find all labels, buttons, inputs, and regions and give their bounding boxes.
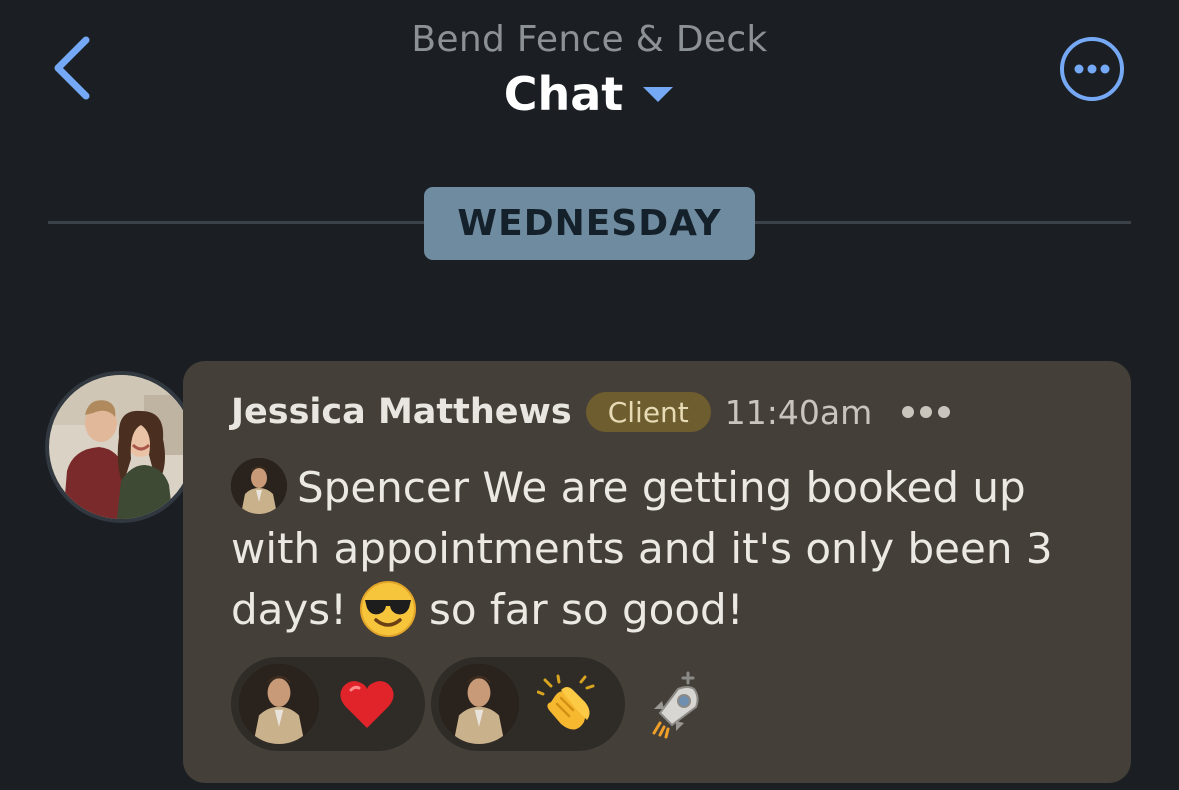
sender-photo: [49, 375, 193, 519]
reactions-row: [231, 657, 723, 751]
message-text: Spencer We are getting booked up with ap…: [231, 457, 1101, 640]
clapping-hands-icon: [537, 674, 597, 734]
more-dot-icon: [920, 406, 933, 418]
reactor-avatar: [439, 664, 519, 744]
mention-avatar: [231, 458, 287, 514]
message-meta: Jessica Matthews Client 11:40am: [231, 387, 951, 437]
message-time: 11:40am: [724, 392, 873, 432]
header-title: Chat: [503, 67, 624, 121]
message-more-button[interactable]: [902, 406, 951, 418]
smiling-face-with-sunglasses-icon: [359, 580, 417, 638]
chat-screen: Bend Fence & Deck Chat WEDNESDAY Jessica…: [0, 0, 1179, 790]
rocket-add-icon: [652, 671, 699, 739]
sender-avatar[interactable]: [45, 371, 197, 523]
header-subtitle: Bend Fence & Deck: [411, 19, 768, 60]
role-badge: Client: [585, 392, 711, 432]
reaction-heart[interactable]: [231, 657, 425, 751]
channel-selector[interactable]: Chat: [504, 66, 676, 122]
reaction-clap[interactable]: [431, 657, 625, 751]
more-dot-icon: [938, 406, 951, 418]
message-card[interactable]: Jessica Matthews Client 11:40am Spencer …: [183, 361, 1131, 783]
message-text-part: so far so good!: [428, 585, 744, 634]
heart-icon: [337, 674, 397, 734]
more-dot-icon: [902, 406, 915, 418]
day-divider-label: WEDNESDAY: [424, 187, 755, 260]
more-options-button[interactable]: [1058, 35, 1126, 103]
add-reaction-button[interactable]: [643, 664, 723, 744]
sender-name[interactable]: Jessica Matthews: [231, 392, 572, 432]
more-circle-icon: [1060, 37, 1124, 101]
reactor-avatar: [239, 664, 319, 744]
header: Bend Fence & Deck Chat: [0, 18, 1179, 122]
mention-name[interactable]: Spencer: [297, 463, 469, 512]
caret-down-icon: [643, 87, 674, 102]
